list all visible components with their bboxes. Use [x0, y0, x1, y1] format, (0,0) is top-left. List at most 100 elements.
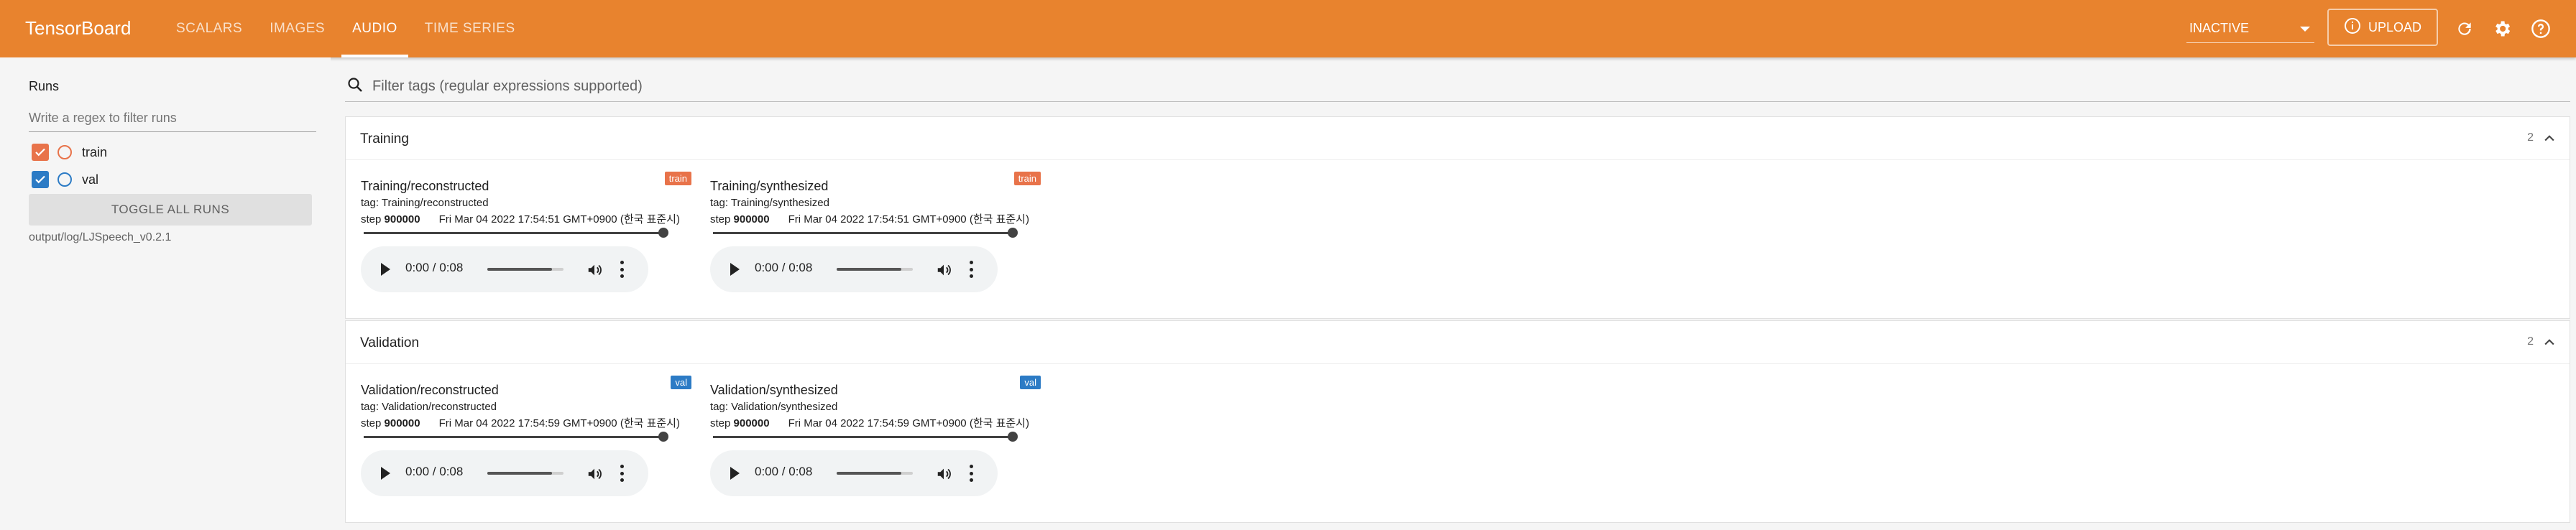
- step-value: 900000: [733, 213, 770, 226]
- tab-audio[interactable]: AUDIO: [341, 0, 408, 57]
- chevron-up-icon[interactable]: [2542, 131, 2557, 149]
- upload-label: UPLOAD: [2368, 19, 2422, 34]
- group-title: Validation: [360, 335, 420, 350]
- step-value: 900000: [384, 213, 420, 226]
- audio-card: Training/synthesized train tag: Training…: [710, 172, 1048, 294]
- audio-card: Validation/synthesized val tag: Validati…: [710, 376, 1048, 498]
- more-options-icon[interactable]: [969, 261, 973, 278]
- card-step-info: step 900000 Fri Mar 04 2022 17:54:51 GMT+…: [710, 211, 1029, 226]
- runs-sidebar: Runs Write a regex to filter runs train …: [0, 57, 331, 530]
- audio-time: 0:00 / 0:08: [755, 261, 813, 274]
- runs-filter-input[interactable]: Write a regex to filter runs: [29, 106, 316, 132]
- step-label: step: [361, 417, 382, 429]
- tab-scalars[interactable]: SCALARS: [165, 0, 253, 57]
- card-step-info: step 900000 Fri Mar 04 2022 17:54:59 GMT+…: [710, 415, 1029, 430]
- audio-time: 0:00 / 0:08: [405, 261, 464, 274]
- run-badge: train: [664, 172, 691, 185]
- tab-images[interactable]: IMAGES: [259, 0, 336, 57]
- volume-bar[interactable]: [487, 268, 564, 271]
- run-badge: val: [1020, 376, 1041, 389]
- tag-filter-placeholder: Filter tags (regular expressions support…: [372, 78, 643, 94]
- volume-bar[interactable]: [837, 472, 913, 475]
- run-color-circle[interactable]: [58, 172, 72, 187]
- step-label: step: [710, 213, 731, 226]
- tab-time-series[interactable]: TIME SERIES: [414, 0, 526, 57]
- card-tag: tag: Validation/synthesized: [710, 401, 838, 413]
- card-group-training: Training 2 Training/reconstructed train …: [345, 116, 2570, 319]
- toggle-all-runs-button[interactable]: TOGGLE ALL RUNS: [29, 194, 312, 226]
- upload-button[interactable]: UPLOAD: [2327, 9, 2438, 46]
- select-value: INACTIVE: [2189, 21, 2250, 35]
- step-slider-thumb[interactable]: [1008, 228, 1018, 238]
- tag-filter[interactable]: Filter tags (regular expressions support…: [345, 72, 2570, 102]
- play-icon[interactable]: [381, 263, 390, 276]
- card-tag: tag: Training/reconstructed: [361, 197, 489, 209]
- group-title: Training: [360, 131, 409, 147]
- group-count: 2: [2527, 131, 2534, 144]
- card-title: Training/reconstructed: [361, 179, 489, 193]
- audio-player: 0:00 / 0:08: [361, 450, 648, 496]
- play-icon[interactable]: [730, 467, 740, 480]
- timestamp: Fri Mar 04 2022 17:54:51 GMT+0900 (한국 표준…: [438, 213, 680, 226]
- settings-icon[interactable]: [2492, 19, 2512, 39]
- step-slider[interactable]: [713, 436, 1013, 438]
- more-options-icon[interactable]: [969, 465, 973, 482]
- run-checkbox-train[interactable]: [32, 144, 49, 161]
- volume-fill: [487, 472, 553, 475]
- group-count: 2: [2527, 335, 2534, 348]
- card-title: Validation/reconstructed: [361, 383, 499, 397]
- more-options-icon[interactable]: [620, 261, 624, 278]
- volume-bar[interactable]: [837, 268, 913, 271]
- card-tag: tag: Training/synthesized: [710, 197, 829, 209]
- play-icon[interactable]: [730, 263, 740, 276]
- group-header[interactable]: Validation 2: [346, 321, 2570, 364]
- plugin-tabs: SCALARS IMAGES AUDIO TIME SERIES: [165, 0, 532, 57]
- step-slider-thumb[interactable]: [658, 432, 668, 442]
- step-slider-thumb[interactable]: [1008, 432, 1018, 442]
- play-icon[interactable]: [381, 467, 390, 480]
- step-slider[interactable]: [364, 232, 664, 234]
- run-color-circle[interactable]: [58, 145, 72, 159]
- run-item-train: train: [32, 142, 107, 162]
- brand-title[interactable]: TensorBoard: [25, 17, 131, 39]
- step-slider[interactable]: [713, 232, 1013, 234]
- volume-icon[interactable]: [586, 466, 602, 485]
- step-slider[interactable]: [364, 436, 664, 438]
- volume-icon[interactable]: [936, 466, 952, 485]
- more-options-icon[interactable]: [620, 465, 624, 482]
- step-value: 900000: [733, 417, 770, 429]
- card-step-info: step 900000 Fri Mar 04 2022 17:54:51 GMT+…: [361, 211, 680, 226]
- audio-player: 0:00 / 0:08: [361, 246, 648, 292]
- card-title: Validation/synthesized: [710, 383, 838, 397]
- audio-card: Validation/reconstructed val tag: Valida…: [361, 376, 699, 498]
- refresh-icon[interactable]: [2455, 19, 2475, 39]
- card-tag: tag: Validation/reconstructed: [361, 401, 497, 413]
- volume-fill: [487, 268, 553, 271]
- run-badge: train: [1013, 172, 1041, 185]
- search-icon: [346, 76, 364, 97]
- inactive-plugins-select[interactable]: INACTIVE: [2186, 14, 2314, 43]
- group-header[interactable]: Training 2: [346, 117, 2570, 160]
- audio-player: 0:00 / 0:08: [710, 450, 998, 496]
- audio-player: 0:00 / 0:08: [710, 246, 998, 292]
- info-icon: [2344, 17, 2361, 38]
- step-label: step: [361, 213, 382, 226]
- volume-fill: [837, 472, 902, 475]
- step-value: 900000: [384, 417, 420, 429]
- top-app-bar: TensorBoard SCALARS IMAGES AUDIO TIME SE…: [0, 0, 2576, 57]
- timestamp: Fri Mar 04 2022 17:54:59 GMT+0900 (한국 표준…: [438, 417, 680, 429]
- timestamp: Fri Mar 04 2022 17:54:59 GMT+0900 (한국 표준…: [788, 417, 1029, 429]
- logdir-path: output/log/LJSpeech_v0.2.1: [29, 231, 172, 243]
- card-group-validation: Validation 2 Validation/reconstructed va…: [345, 320, 2570, 523]
- run-checkbox-val[interactable]: [32, 171, 49, 188]
- volume-bar[interactable]: [487, 472, 564, 475]
- volume-fill: [837, 268, 902, 271]
- volume-icon[interactable]: [936, 262, 952, 282]
- run-label: val: [82, 172, 99, 187]
- help-icon[interactable]: [2531, 19, 2551, 39]
- chevron-up-icon[interactable]: [2542, 335, 2557, 353]
- audio-card: Training/reconstructed train tag: Traini…: [361, 172, 699, 294]
- audio-time: 0:00 / 0:08: [755, 465, 813, 478]
- volume-icon[interactable]: [586, 262, 602, 282]
- step-slider-thumb[interactable]: [658, 228, 668, 238]
